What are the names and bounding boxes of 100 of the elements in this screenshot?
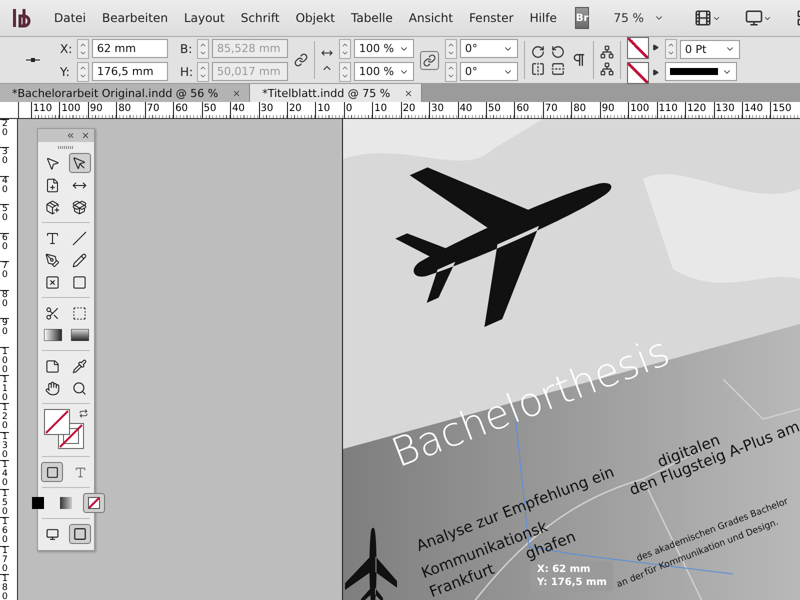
ruler-label: 30 [0, 147, 9, 176]
feather-gradient-icon [70, 329, 88, 341]
fill-stroke-swatch[interactable] [44, 409, 84, 451]
page-icon [45, 178, 60, 192]
hierarchy-icon[interactable] [600, 62, 614, 76]
input-field[interactable]: 176,5 mm [92, 62, 168, 81]
ruler-label: 110 [0, 374, 9, 404]
ruler-label: 70 [542, 102, 572, 118]
solid-swatch-icon [32, 497, 44, 509]
document-tab[interactable]: *Bachelorarbeit Original.indd @ 56 % [0, 84, 250, 102]
dropdown-field[interactable]: 100 % [354, 62, 414, 81]
menu-item[interactable]: Tabelle [343, 11, 401, 25]
eyedropper-icon [72, 358, 87, 374]
ruler-label: 50 [0, 204, 9, 233]
gradient-swatch-icon [60, 497, 72, 509]
pilcrow-icon[interactable] [571, 52, 587, 68]
note-icon [45, 358, 60, 374]
hierarchy-icon[interactable] [600, 44, 614, 58]
menu-item[interactable]: Fenster [461, 11, 522, 25]
line-icon [72, 230, 87, 246]
reference-point-icon[interactable] [26, 57, 40, 63]
app-logo-icon [12, 7, 32, 29]
stroke-swatch[interactable] [627, 62, 649, 84]
tool-button[interactable] [83, 493, 105, 513]
input-field[interactable]: 62 mm [92, 39, 168, 58]
tooltip-text: Y: 176,5 mm [537, 577, 607, 588]
rotate-counterclockwise-icon[interactable] [551, 44, 565, 58]
fill-swatch[interactable] [627, 36, 649, 58]
menu-item[interactable]: Objekt [288, 11, 343, 25]
ruler-label: 90 [0, 318, 9, 346]
dropdown-field[interactable]: 0° [460, 62, 518, 81]
field-label: B: [180, 42, 194, 56]
ruler-label: 100 [59, 102, 88, 118]
dropdown-field[interactable]: 0° [460, 39, 518, 58]
ruler-label: 30 [258, 102, 287, 118]
ruler-label: 140 [742, 102, 770, 118]
ruler-label: 50 [202, 102, 230, 118]
play-icon[interactable] [652, 69, 659, 76]
play-icon[interactable] [652, 44, 659, 51]
ruler-label: 20 [0, 119, 9, 148]
ruler-label: 110 [31, 102, 60, 118]
close-icon[interactable] [232, 88, 242, 98]
zoom-dropdown[interactable]: 75 % [613, 11, 664, 25]
menu-item[interactable]: Ansicht [400, 11, 462, 25]
constrain-proportions-icon[interactable] [294, 53, 308, 67]
type-icon [45, 230, 60, 246]
ruler-label: 170 [0, 546, 9, 574]
menu-item[interactable]: Layout [176, 11, 233, 25]
ruler-label: 100 [0, 346, 9, 375]
document-tab[interactable]: *Titelblatt.indd @ 75 % [250, 84, 422, 102]
stroke-weight-field[interactable]: 0 Pt [680, 40, 740, 58]
document-text: an der [616, 571, 646, 590]
ruler-label: 60 [514, 102, 543, 118]
none-swatch-icon [88, 497, 100, 509]
crossed-frame-icon [45, 274, 60, 290]
normal-view-icon [46, 528, 58, 540]
ruler-label: 120 [0, 403, 9, 432]
ruler-label: 40 [458, 102, 486, 118]
menu-item[interactable]: Datei [46, 11, 94, 25]
ruler-label: 90 [88, 102, 116, 118]
ruler-label: 10 [372, 102, 401, 118]
hollow-pointer-icon [72, 156, 87, 170]
swap-icon[interactable] [79, 409, 88, 418]
menu-item[interactable]: Hilfe [522, 11, 565, 25]
close-icon[interactable] [404, 88, 414, 98]
screen-mode-icon[interactable] [744, 9, 772, 27]
bridge-button[interactable]: Br [574, 7, 590, 29]
tool-button[interactable] [69, 524, 91, 544]
field-label: X: [60, 42, 74, 56]
flip-horizontal-icon[interactable] [531, 62, 545, 76]
ruler-label: 80 [0, 290, 9, 318]
box-out-icon [72, 200, 87, 214]
field-label: H: [180, 64, 194, 78]
rotate-clockwise-icon[interactable] [531, 44, 545, 58]
ruler-label: 80 [571, 102, 600, 118]
stroke-type-dropdown[interactable] [665, 62, 737, 81]
ruler-label: 30 [429, 102, 458, 118]
menu-item[interactable]: Schrift [232, 11, 288, 25]
ruler-label: 150 [0, 488, 9, 518]
ruler-label: 180 [0, 574, 9, 600]
close-icon[interactable] [81, 131, 90, 140]
pen-icon [45, 252, 60, 268]
ruler-label: 0 [344, 102, 372, 118]
ruler-label: 20 [400, 102, 430, 118]
ruler-label: 100 [628, 102, 657, 118]
film-frame-icon[interactable] [694, 9, 721, 27]
ruler-label: 60 [173, 102, 202, 118]
menu-item[interactable]: Bearbeiten [94, 11, 176, 25]
ruler-label: 50 [486, 102, 514, 118]
ruler-label: 120 [685, 102, 714, 118]
collapse-icon[interactable] [66, 131, 75, 140]
pointer-icon [45, 156, 60, 170]
dropdown-field[interactable]: 100 % [354, 39, 414, 58]
tool-button[interactable] [68, 153, 90, 173]
flip-vertical-icon[interactable] [551, 62, 565, 76]
hand-icon [45, 380, 60, 396]
tool-button[interactable] [41, 462, 63, 482]
link-icon[interactable] [420, 50, 439, 70]
ruler-label: 130 [714, 102, 742, 118]
rectangle-icon [72, 274, 87, 290]
